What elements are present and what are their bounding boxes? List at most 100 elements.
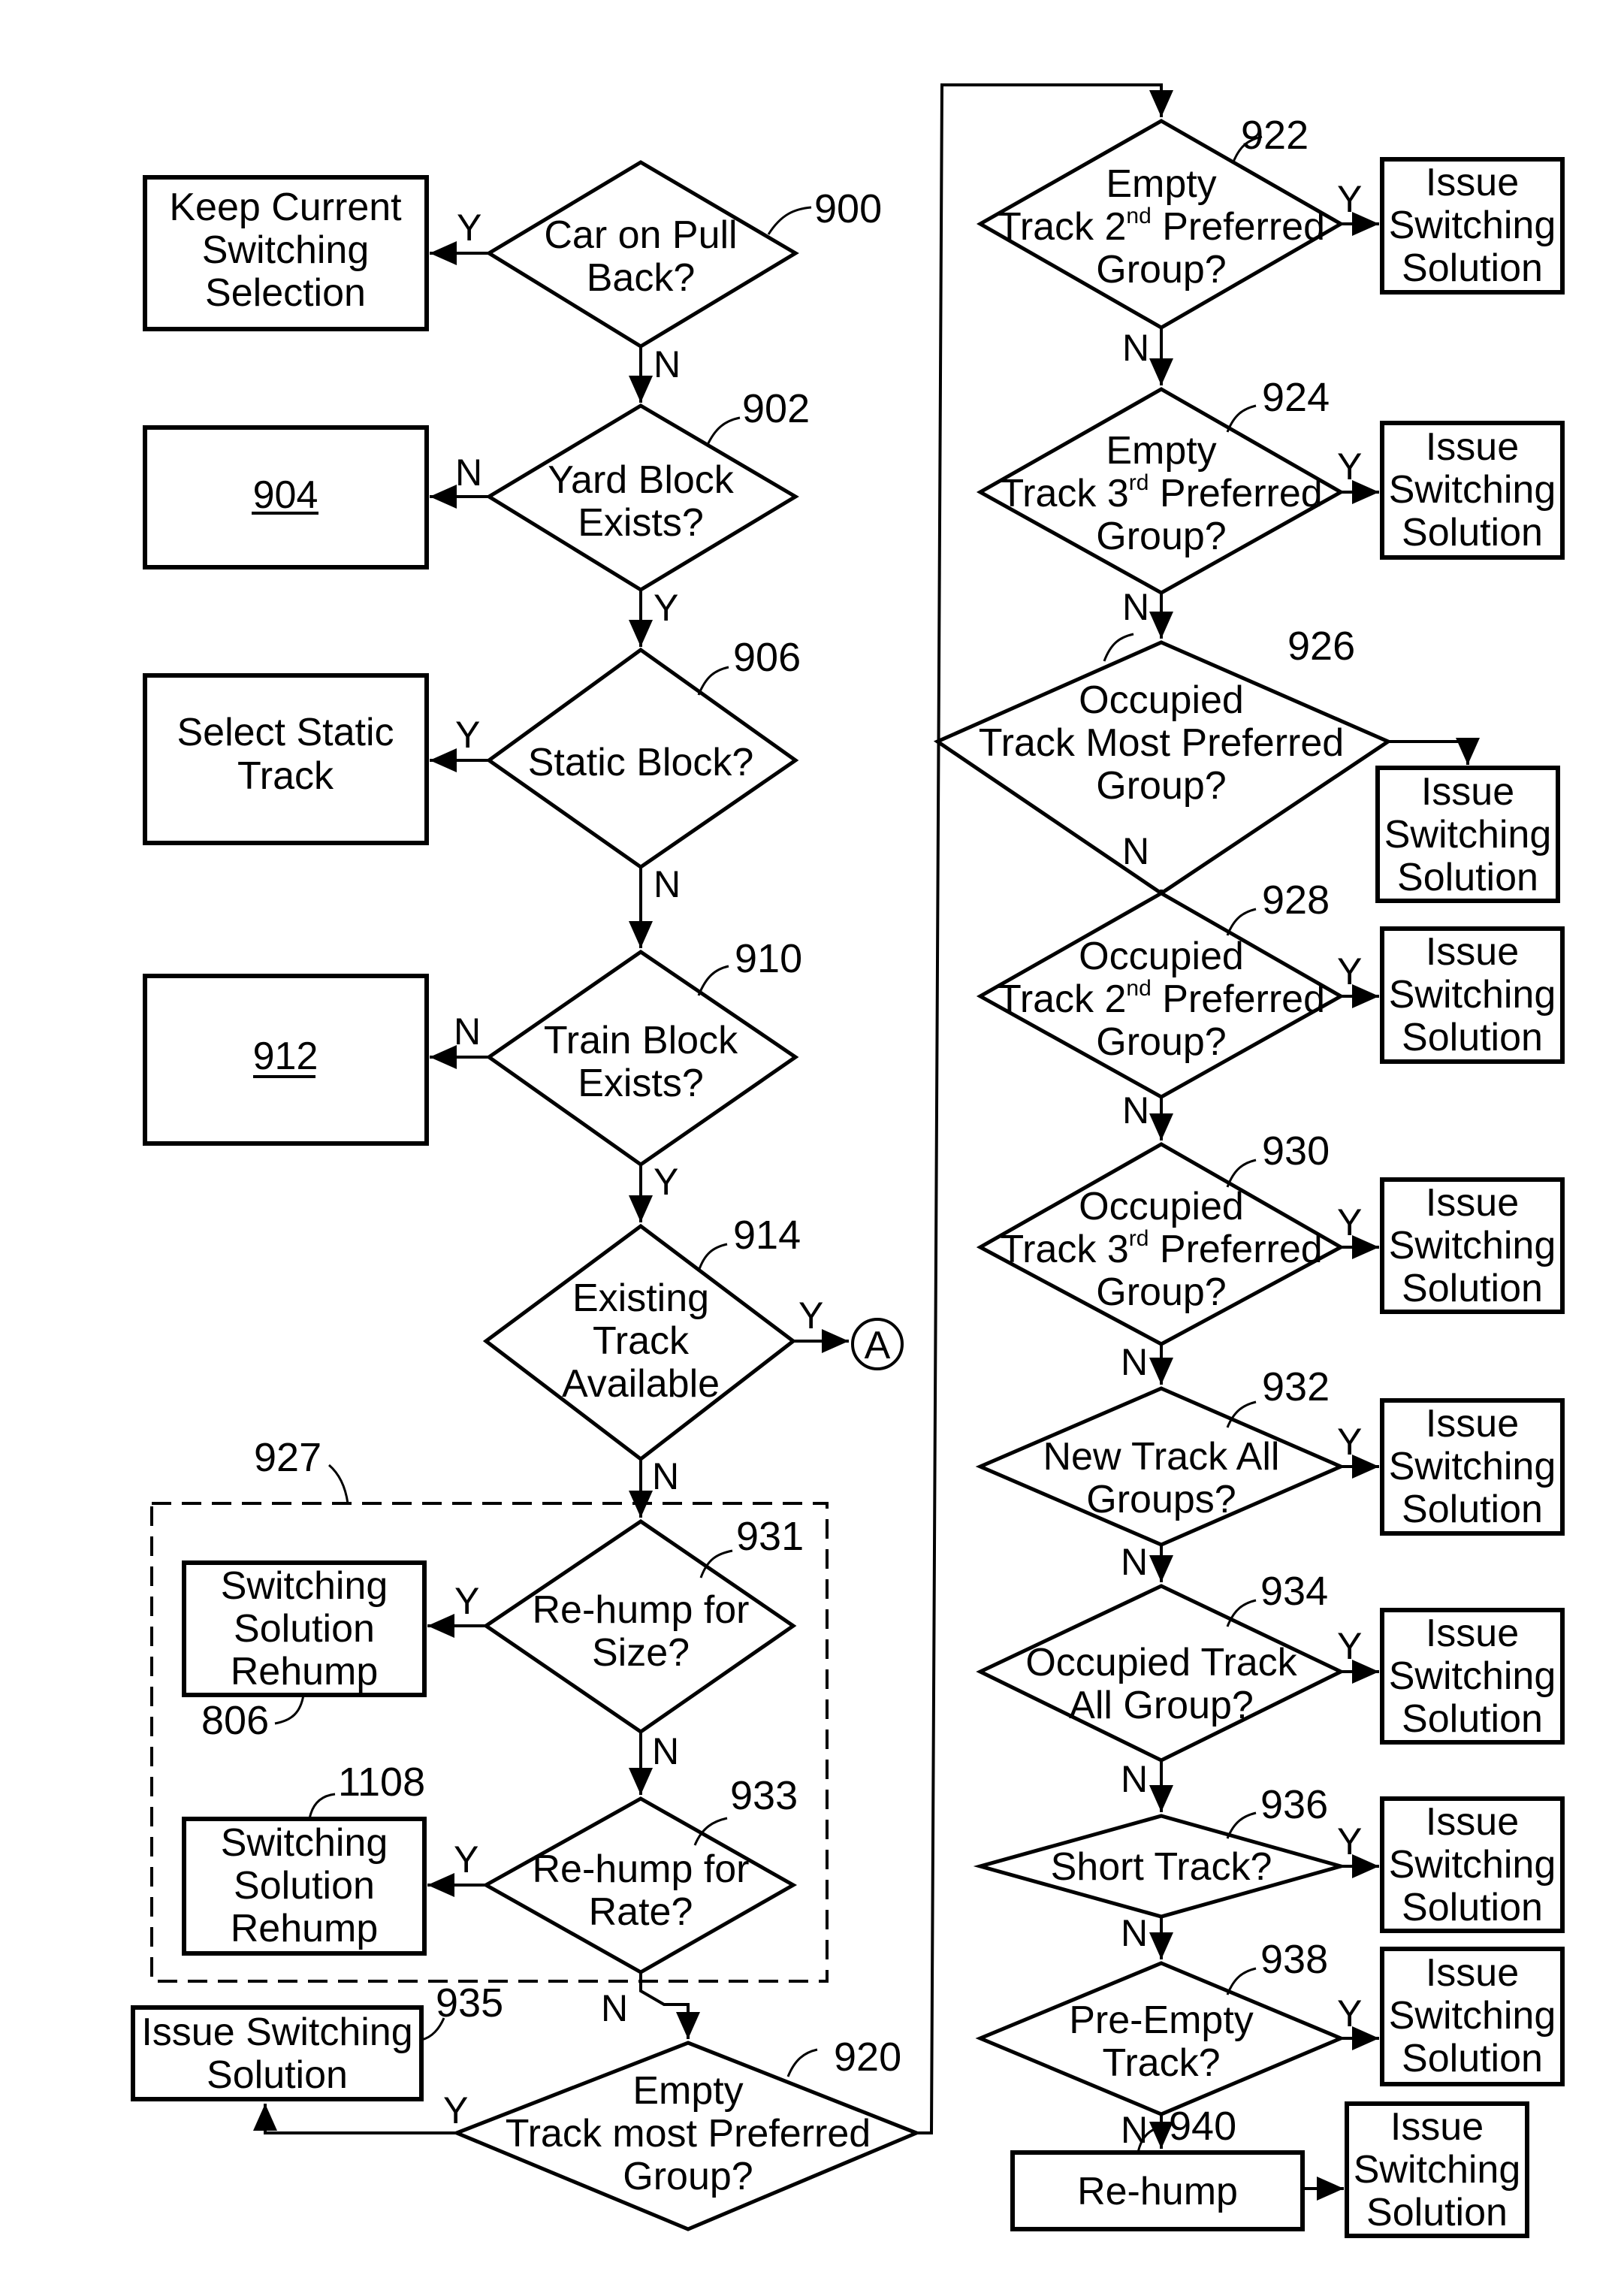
edge-920-yes xyxy=(253,2104,457,2134)
ref-label-938: 938 xyxy=(1260,1937,1328,1982)
decision-924-line-2-post: Preferred xyxy=(1149,472,1322,515)
decision-930-line-2-pre: Track 3 xyxy=(1000,1228,1128,1271)
edge-932-yes-label: Y xyxy=(1337,1421,1362,1463)
edge-902-yes-label: Y xyxy=(654,587,678,629)
issue-box-940-line-1: Issue xyxy=(1390,2105,1484,2149)
decision-906-line-1: Static Block? xyxy=(528,741,754,784)
issue-box-938-line-1: Issue xyxy=(1426,1951,1519,1995)
decision-922: Empty Track 2nd Preferred Group? 922 xyxy=(976,113,1345,330)
decision-930-line-2: Track 3rd Preferred xyxy=(1000,1226,1322,1271)
decision-924-line-1: Empty xyxy=(1106,429,1216,473)
process-keep-current: Keep Current Switching Selection xyxy=(143,175,429,331)
edge-938-no-label: N xyxy=(1121,2109,1148,2151)
decision-910-line-1: Train Block xyxy=(544,1019,738,1062)
edge-931-no-label: N xyxy=(652,1730,679,1772)
edge-938-yes-label: Y xyxy=(1337,1992,1362,2035)
ref-label-924: 924 xyxy=(1262,375,1330,420)
decision-902-line-1: Yard Block xyxy=(548,458,735,502)
issue-box-934: Issue Switching Solution xyxy=(1380,1608,1565,1745)
ref-label-936: 936 xyxy=(1260,1782,1328,1827)
ref-leader-902 xyxy=(705,416,741,447)
process-904: 904 xyxy=(143,425,429,569)
issue-box-936: Issue Switching Solution xyxy=(1380,1796,1565,1933)
edge-906-yes-label: Y xyxy=(455,714,480,756)
edge-930-no-label: N xyxy=(1121,1341,1148,1383)
issue-box-922-line-2: Switching xyxy=(1389,204,1556,247)
decision-900-line-1: Car on Pull xyxy=(544,213,737,257)
issue-box-928-line-1: Issue xyxy=(1426,930,1519,974)
process-935-line-1: Issue Switching xyxy=(141,2011,412,2054)
decision-920-line-2: Track most Preferred xyxy=(506,2112,871,2156)
issue-box-922-line-3: Solution xyxy=(1402,246,1543,290)
edge-926-no-label: N xyxy=(1122,830,1149,872)
process-select-static-track: Select Static Track xyxy=(143,673,429,845)
process-1108-line-1: Switching xyxy=(221,1821,388,1865)
process-935-line-2: Solution xyxy=(207,2053,348,2097)
decision-910-line-2: Exists? xyxy=(578,1062,704,1105)
decision-922-line-1: Empty xyxy=(1106,162,1216,206)
edge-910-no-label: N xyxy=(454,1011,481,1053)
edge-932-no-label: N xyxy=(1121,1541,1148,1583)
ref-leader-914 xyxy=(697,1243,728,1272)
decision-924-line-2-sup: rd xyxy=(1129,470,1149,495)
decision-920-line-3: Group? xyxy=(623,2155,753,2198)
decision-938-line-2: Track? xyxy=(1103,2041,1221,2085)
decision-926: Occupied Track Most Preferred Group? 926 xyxy=(933,624,1393,896)
edge-928-yes-label: Y xyxy=(1337,950,1362,992)
issue-box-926-line-2: Switching xyxy=(1384,813,1552,856)
ref-label-933: 933 xyxy=(730,1773,798,1818)
connector-a: A xyxy=(851,1318,904,1370)
decision-928-line-2-post: Preferred xyxy=(1152,977,1325,1021)
issue-box-924-line-2: Switching xyxy=(1389,468,1556,512)
ref-label-902: 902 xyxy=(742,386,810,431)
issue-box-932-line-1: Issue xyxy=(1426,1402,1519,1446)
ref-label-940: 940 xyxy=(1169,2104,1236,2149)
issue-box-936-line-1: Issue xyxy=(1426,1800,1519,1844)
process-935: Issue Switching Solution 935 xyxy=(131,1980,503,2101)
edge-934-no-label: N xyxy=(1121,1758,1148,1800)
ref-label-1108: 1108 xyxy=(338,1760,425,1805)
keep-line-3: Selection xyxy=(205,271,366,315)
process-912: 912 xyxy=(143,974,429,1146)
issue-box-936-line-3: Solution xyxy=(1402,1886,1543,1929)
edge-926-yes xyxy=(1388,738,1480,765)
edge-924-yes-label: Y xyxy=(1337,446,1362,488)
issue-box-940: Issue Switching Solution xyxy=(1345,2101,1529,2238)
decision-932-line-1: New Track All xyxy=(1043,1435,1280,1479)
process-904-label: 904 xyxy=(253,473,318,517)
decision-930-line-2-post: Preferred xyxy=(1149,1228,1322,1271)
issue-box-932-line-2: Switching xyxy=(1389,1445,1556,1488)
ref-label-935: 935 xyxy=(436,1980,503,2026)
decision-933-line-2: Rate? xyxy=(589,1890,693,1934)
decision-924-line-3: Group? xyxy=(1096,515,1226,558)
static-line-1: Select Static xyxy=(177,711,394,754)
process-940-label: Re-hump xyxy=(1077,2170,1238,2213)
decision-906: Static Block? 906 xyxy=(485,635,801,870)
issue-box-924-line-1: Issue xyxy=(1426,425,1519,469)
decision-928: Occupied Track 2nd Preferred Group? 928 xyxy=(976,878,1345,1099)
process-940: Re-hump 940 xyxy=(1010,2104,1305,2231)
decision-930-line-1: Occupied xyxy=(1079,1185,1244,1228)
edge-910-yes-label: Y xyxy=(654,1161,678,1203)
decision-934-line-2: All Group? xyxy=(1069,1684,1254,1727)
ref-leader-927 xyxy=(328,1464,349,1504)
issue-box-938-line-2: Switching xyxy=(1389,1994,1556,2038)
issue-box-930-line-3: Solution xyxy=(1402,1267,1543,1310)
decision-922-line-2-post: Preferred xyxy=(1152,205,1325,249)
issue-box-924-line-3: Solution xyxy=(1402,511,1543,554)
decision-900-line-2: Back? xyxy=(587,256,696,300)
decision-902-line-2: Exists? xyxy=(578,501,704,545)
decision-938: Pre-Empty Track? 938 xyxy=(975,1937,1346,2116)
process-1108: Switching Solution Rehump 1108 xyxy=(182,1760,427,1956)
decision-926-line-3: Group? xyxy=(1096,764,1226,808)
ref-leader-900 xyxy=(767,206,812,235)
edge-906-no-label: N xyxy=(654,863,681,905)
edge-936-no-label: N xyxy=(1121,1912,1148,1954)
decision-930: Occupied Track 3rd Preferred Group? 930 xyxy=(976,1128,1345,1346)
issue-box-928: Issue Switching Solution xyxy=(1380,926,1565,1064)
decision-924-line-2: Track 3rd Preferred xyxy=(1000,470,1322,515)
issue-box-938: Issue Switching Solution xyxy=(1380,1947,1565,2086)
issue-box-938-line-3: Solution xyxy=(1402,2037,1543,2080)
ref-leader-1108 xyxy=(308,1793,336,1820)
decision-931-line-1: Re-hump for xyxy=(533,1588,750,1632)
